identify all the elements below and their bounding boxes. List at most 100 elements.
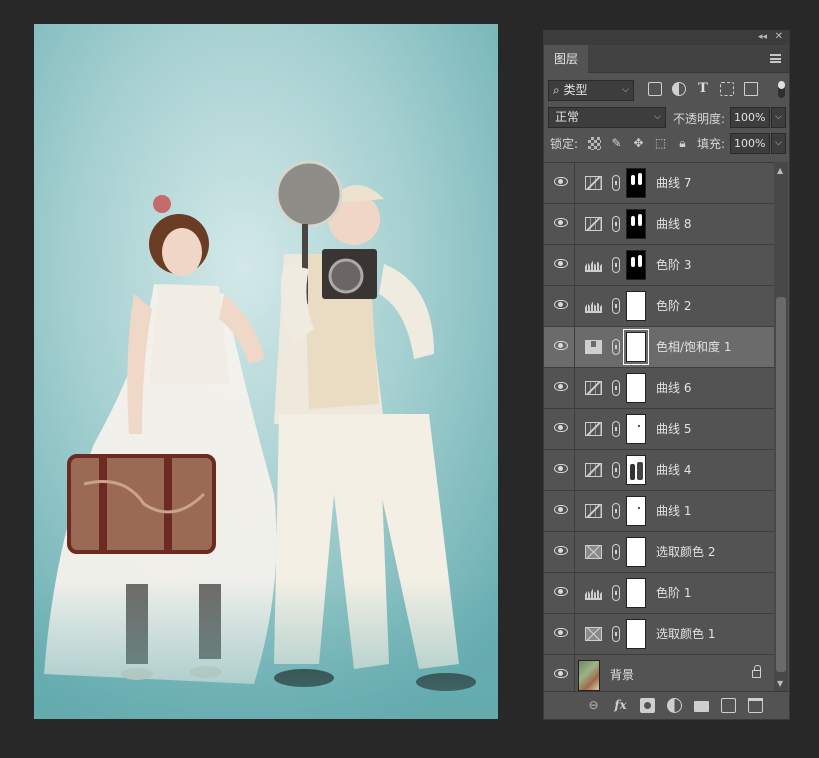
- lock-move-icon[interactable]: ✥: [632, 137, 645, 150]
- layer-mask-thumbnail[interactable]: [626, 496, 646, 526]
- layer-name[interactable]: 背景: [610, 655, 634, 692]
- mask-link-icon[interactable]: [612, 380, 620, 396]
- layer-name[interactable]: 色相/饱和度 1: [656, 327, 732, 368]
- link-layers-icon[interactable]: ⊖: [586, 698, 601, 713]
- mask-link-icon[interactable]: [612, 421, 620, 437]
- mask-link-icon[interactable]: [612, 626, 620, 642]
- mask-link-icon[interactable]: [612, 175, 620, 191]
- pixel-filter-icon[interactable]: [648, 82, 662, 96]
- layer-row[interactable]: 色阶 1: [544, 573, 775, 614]
- curves-adjustment-icon[interactable]: [585, 176, 602, 190]
- mask-link-icon[interactable]: [612, 503, 620, 519]
- filter-kind-select[interactable]: ⌕ 类型 ⌵: [548, 80, 634, 101]
- scroll-up-icon[interactable]: ▲: [777, 166, 783, 175]
- mask-link-icon[interactable]: [612, 216, 620, 232]
- layer-row[interactable]: 色阶 3: [544, 245, 775, 286]
- fx-icon[interactable]: fx: [613, 698, 628, 713]
- layer-row[interactable]: 色相/饱和度 1: [544, 327, 775, 368]
- layer-row[interactable]: 色阶 2: [544, 286, 775, 327]
- visibility-eye-icon[interactable]: [554, 505, 568, 514]
- visibility-eye-icon[interactable]: [554, 587, 568, 596]
- tab-layers[interactable]: 图层: [544, 45, 588, 73]
- layer-row[interactable]: 曲线 6: [544, 368, 775, 409]
- hue-adjustment-icon[interactable]: [585, 340, 602, 354]
- visibility-eye-icon[interactable]: [554, 628, 568, 637]
- layer-name[interactable]: 曲线 7: [656, 163, 691, 204]
- group-folder-icon[interactable]: [694, 701, 709, 712]
- layer-row[interactable]: 曲线 8: [544, 204, 775, 245]
- visibility-eye-icon[interactable]: [554, 382, 568, 391]
- add-mask-icon[interactable]: [640, 698, 655, 713]
- layer-row[interactable]: 曲线 7: [544, 163, 775, 204]
- opacity-dropdown[interactable]: ⌵: [771, 107, 786, 128]
- layer-name[interactable]: 色阶 2: [656, 286, 691, 327]
- close-icon[interactable]: ✕: [775, 31, 783, 42]
- layer-mask-thumbnail[interactable]: [626, 250, 646, 280]
- background-thumbnail[interactable]: [578, 660, 600, 691]
- layer-mask-thumbnail[interactable]: [626, 619, 646, 649]
- lock-paint-icon[interactable]: ✎: [610, 137, 623, 150]
- filter-toggle[interactable]: [778, 81, 785, 98]
- visibility-eye-icon[interactable]: [554, 341, 568, 350]
- visibility-eye-icon[interactable]: [554, 177, 568, 186]
- layer-name[interactable]: 曲线 6: [656, 368, 691, 409]
- visibility-eye-icon[interactable]: [554, 423, 568, 432]
- levels-adjustment-icon[interactable]: [585, 301, 602, 313]
- fill-dropdown[interactable]: ⌵: [771, 133, 786, 154]
- layer-name[interactable]: 曲线 5: [656, 409, 691, 450]
- layers-scrollbar[interactable]: ▲ ▼: [774, 162, 788, 692]
- layer-mask-thumbnail[interactable]: [626, 578, 646, 608]
- curves-adjustment-icon[interactable]: [585, 422, 602, 436]
- visibility-eye-icon[interactable]: [554, 669, 568, 678]
- layer-mask-thumbnail[interactable]: [626, 209, 646, 239]
- layer-row[interactable]: 曲线 1: [544, 491, 775, 532]
- panel-menu-icon[interactable]: [770, 54, 781, 63]
- scroll-down-icon[interactable]: ▼: [777, 679, 783, 688]
- visibility-eye-icon[interactable]: [554, 300, 568, 309]
- layer-row-background[interactable]: 背景: [544, 655, 775, 692]
- selcolor-adjustment-icon[interactable]: [585, 627, 602, 641]
- layer-mask-thumbnail[interactable]: [626, 537, 646, 567]
- curves-adjustment-icon[interactable]: [585, 504, 602, 518]
- shape-filter-icon[interactable]: [720, 82, 734, 96]
- layer-name[interactable]: 选取颜色 2: [656, 532, 715, 573]
- layer-mask-thumbnail[interactable]: [623, 329, 649, 365]
- lock-all-icon[interactable]: 🔒︎: [676, 137, 689, 150]
- adjustment-filter-icon[interactable]: [672, 82, 686, 96]
- new-layer-icon[interactable]: [721, 698, 736, 713]
- smart-object-filter-icon[interactable]: [744, 82, 758, 96]
- visibility-eye-icon[interactable]: [554, 464, 568, 473]
- adjustment-layer-icon[interactable]: [667, 698, 682, 713]
- visibility-eye-icon[interactable]: [554, 218, 568, 227]
- type-filter-icon[interactable]: T: [696, 82, 710, 96]
- lock-transparent-icon[interactable]: [588, 137, 601, 150]
- mask-link-icon[interactable]: [612, 462, 620, 478]
- layer-mask-thumbnail[interactable]: [626, 414, 646, 444]
- layer-mask-thumbnail[interactable]: [626, 291, 646, 321]
- layer-row[interactable]: 选取颜色 1: [544, 614, 775, 655]
- mask-link-icon[interactable]: [612, 339, 620, 355]
- lock-artboard-icon[interactable]: ⬚: [654, 137, 667, 150]
- layer-row[interactable]: 选取颜色 2: [544, 532, 775, 573]
- visibility-eye-icon[interactable]: [554, 546, 568, 555]
- levels-adjustment-icon[interactable]: [585, 260, 602, 272]
- curves-adjustment-icon[interactable]: [585, 463, 602, 477]
- layer-mask-thumbnail[interactable]: [626, 168, 646, 198]
- curves-adjustment-icon[interactable]: [585, 217, 602, 231]
- layer-mask-thumbnail[interactable]: [626, 373, 646, 403]
- mask-link-icon[interactable]: [612, 257, 620, 273]
- layer-name[interactable]: 色阶 1: [656, 573, 691, 614]
- scrollbar-thumb[interactable]: [776, 297, 786, 672]
- selcolor-adjustment-icon[interactable]: [585, 545, 602, 559]
- mask-link-icon[interactable]: [612, 544, 620, 560]
- curves-adjustment-icon[interactable]: [585, 381, 602, 395]
- layer-name[interactable]: 曲线 8: [656, 204, 691, 245]
- mask-link-icon[interactable]: [612, 298, 620, 314]
- fill-input[interactable]: 100%: [730, 133, 770, 154]
- trash-icon[interactable]: [748, 698, 763, 713]
- levels-adjustment-icon[interactable]: [585, 588, 602, 600]
- layer-mask-thumbnail[interactable]: [626, 455, 646, 485]
- opacity-input[interactable]: 100%: [730, 107, 770, 128]
- layer-row[interactable]: 曲线 5: [544, 409, 775, 450]
- mask-link-icon[interactable]: [612, 585, 620, 601]
